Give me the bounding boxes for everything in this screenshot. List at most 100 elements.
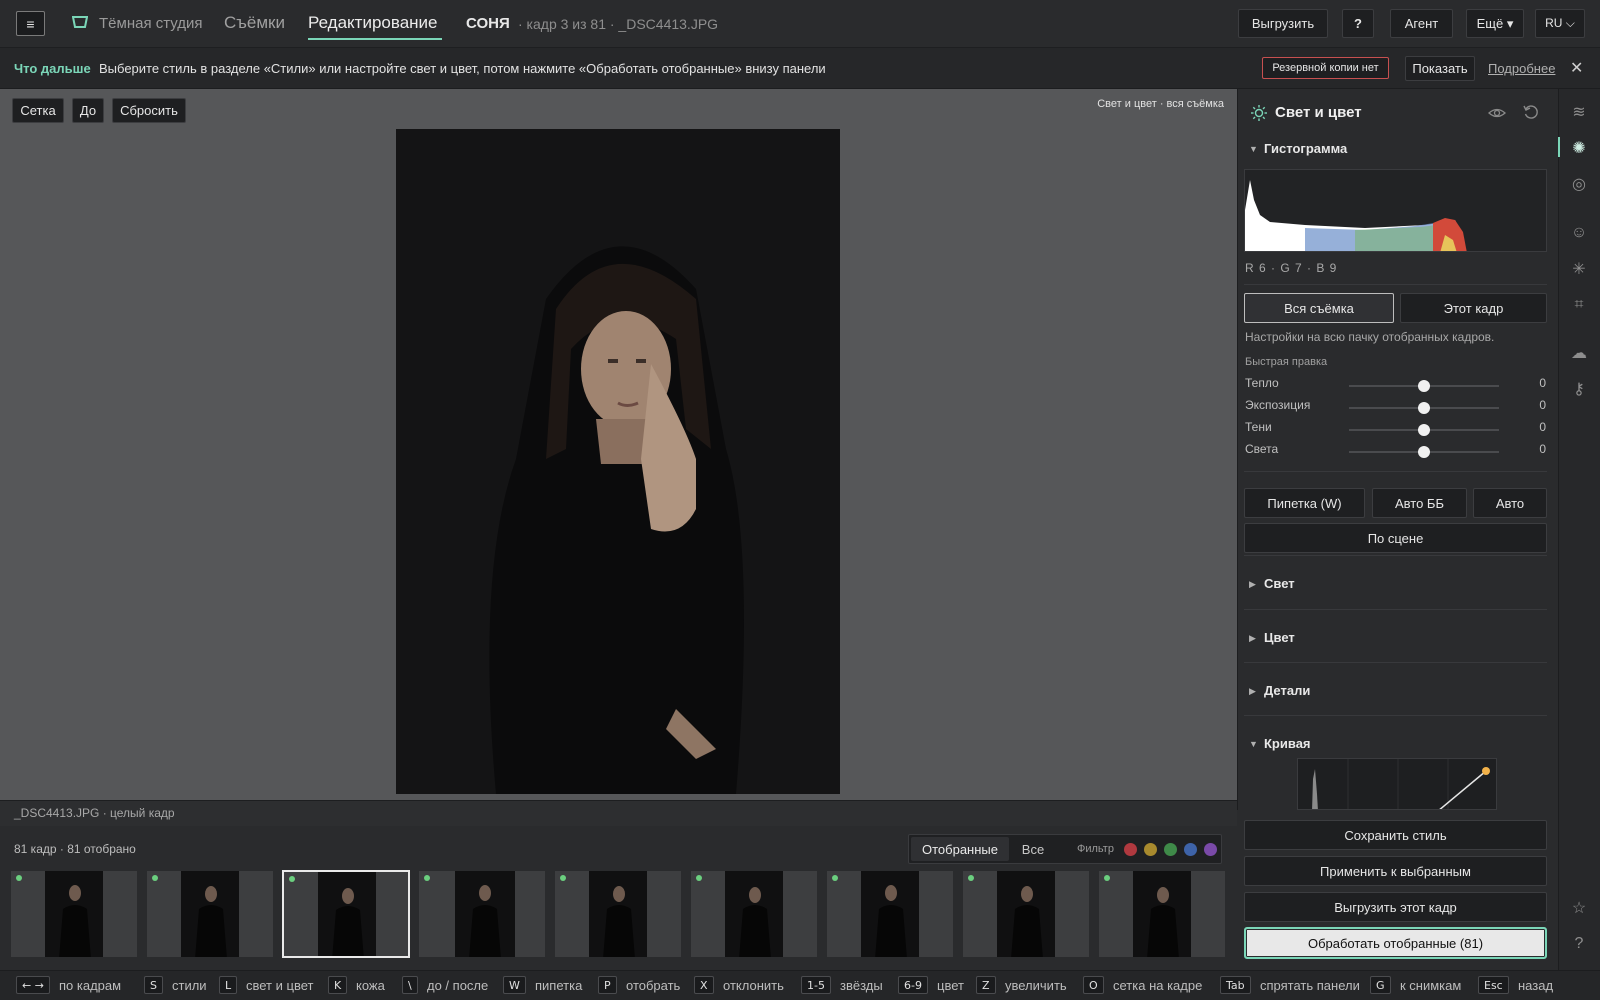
section-2-header[interactable]: Цвет <box>1264 630 1295 645</box>
slider-knob[interactable] <box>1418 402 1430 414</box>
expand-arrow-icon[interactable]: ▶ <box>1249 686 1256 697</box>
crop-icon[interactable]: ⌗ <box>1568 294 1590 316</box>
export-button[interactable]: Выгрузить <box>1238 9 1328 38</box>
slider-knob[interactable] <box>1418 446 1430 458</box>
star-icon[interactable]: ☆ <box>1568 897 1590 919</box>
process-selected-button[interactable]: Обработать отобранные (81) <box>1244 927 1547 959</box>
color-filter-dot[interactable] <box>1204 843 1217 856</box>
shortcut-key: W <box>503 976 526 994</box>
key-icon[interactable]: ⚷ <box>1568 378 1590 400</box>
cloud-icon[interactable]: ☁ <box>1568 342 1590 364</box>
shortcut-key: Tab <box>1220 976 1251 994</box>
slider-knob[interactable] <box>1418 380 1430 392</box>
shortcut-key: 1-5 <box>801 976 831 994</box>
color-filter-dot[interactable] <box>1164 843 1177 856</box>
collapse-arrow-icon[interactable]: ▼ <box>1249 739 1258 749</box>
scope-this-frame-button[interactable]: Этот кадр <box>1400 293 1547 323</box>
sun-icon[interactable]: ✺ <box>1568 137 1590 159</box>
collapse-arrow-icon[interactable]: ▼ <box>1249 144 1258 154</box>
shortcut-desc: свет и цвет <box>246 978 314 993</box>
auto-wb-button[interactable]: Авто ББ <box>1372 488 1467 518</box>
thumb-5[interactable] <box>554 870 682 958</box>
export-this-frame-button[interactable]: Выгрузить этот кадр <box>1244 892 1547 922</box>
before-button[interactable]: До <box>72 98 104 123</box>
show-button[interactable]: Показать <box>1405 56 1475 81</box>
divider <box>1244 609 1547 610</box>
color-filter-dot[interactable] <box>1144 843 1157 856</box>
shortcut-key: X <box>694 976 714 994</box>
histogram-title[interactable]: Гистограмма <box>1264 141 1347 156</box>
save-style-button[interactable]: Сохранить стиль <box>1244 820 1547 850</box>
help-button[interactable]: ? <box>1342 9 1374 38</box>
eye-icon[interactable] <box>1488 104 1506 122</box>
auto-button[interactable]: Авто <box>1473 488 1547 518</box>
details-link[interactable]: Подробнее <box>1488 61 1555 76</box>
section-1-header[interactable]: Свет <box>1264 576 1295 591</box>
color-filter-dot[interactable] <box>1124 843 1137 856</box>
reset-icon[interactable] <box>1522 103 1540 121</box>
shortcut-key: Z <box>976 976 996 994</box>
histogram-readout: R 6 · G 7 · B 9 <box>1245 261 1338 275</box>
sparkle-icon[interactable]: ✳ <box>1568 258 1590 280</box>
color-filter-dot[interactable] <box>1184 843 1197 856</box>
apply-selected-button[interactable]: Применить к выбранным <box>1244 856 1547 886</box>
menu-button[interactable]: ≡ <box>16 11 45 36</box>
expand-arrow-icon[interactable]: ▶ <box>1249 633 1256 644</box>
language-select[interactable]: RU ⌵ <box>1535 9 1585 38</box>
thumb-8[interactable] <box>962 870 1090 958</box>
pipette-button[interactable]: Пипетка (W) <box>1244 488 1365 518</box>
more-button[interactable]: Ещё ▾ <box>1466 9 1524 38</box>
scope-all-shoot-button[interactable]: Вся съёмка <box>1244 293 1394 323</box>
shortcut-desc: кожа <box>356 978 385 993</box>
help-circle-icon[interactable]: ? <box>1568 933 1590 955</box>
shortcut-key: O <box>1083 976 1104 994</box>
studio-logo-icon <box>72 16 88 28</box>
tab-all[interactable]: Все <box>1011 837 1055 861</box>
nav-shoots[interactable]: Съёмки <box>224 13 285 33</box>
histogram <box>1244 169 1547 252</box>
thumbnail-photo <box>861 871 919 957</box>
shortcut-desc: отклонить <box>723 978 784 993</box>
thumb-9[interactable] <box>1098 870 1226 958</box>
slider-knob[interactable] <box>1418 424 1430 436</box>
tone-curve[interactable] <box>1297 758 1497 810</box>
divider <box>1244 284 1547 285</box>
by-scene-button[interactable]: По сцене <box>1244 523 1547 553</box>
thumb-2[interactable] <box>146 870 274 958</box>
thumb-1[interactable] <box>10 870 138 958</box>
section-3-header[interactable]: Детали <box>1264 683 1310 698</box>
shortcut-desc: увеличить <box>1005 978 1067 993</box>
layers-icon[interactable]: ≋ <box>1568 101 1590 123</box>
studio-name[interactable]: Тёмная студия <box>99 15 203 32</box>
sun-icon <box>1251 105 1267 121</box>
grid-button[interactable]: Сетка <box>12 98 64 123</box>
filename-caption: _DSC4413.JPG · целый кадр <box>14 806 175 820</box>
thumb-4[interactable] <box>418 870 546 958</box>
expand-arrow-icon[interactable]: ▶ <box>1249 579 1256 590</box>
frame-count: 81 кадр · 81 отобрано <box>14 842 136 856</box>
thumb-7[interactable] <box>826 870 954 958</box>
shortcut-desc: цвет <box>937 978 964 993</box>
thumb-6[interactable] <box>690 870 818 958</box>
thumb-3[interactable] <box>282 870 410 958</box>
picked-dot <box>152 875 158 881</box>
shortcut-desc: спрятать панели <box>1260 978 1360 993</box>
shortcut-key: \ <box>402 976 418 994</box>
target-icon[interactable]: ◎ <box>1568 173 1590 195</box>
tab-picked[interactable]: Отобранные <box>911 837 1009 861</box>
viewer-caption: Свет и цвет · вся съёмка <box>1097 98 1224 110</box>
panel-title: Свет и цвет <box>1275 104 1362 121</box>
nav-edit[interactable]: Редактирование <box>308 13 438 33</box>
divider <box>1244 715 1547 716</box>
section-4-header[interactable]: Кривая <box>1264 736 1311 751</box>
shortcut-key: 6-9 <box>898 976 928 994</box>
shortcut-key: Esc <box>1478 976 1509 994</box>
slider-value: 0 <box>1539 420 1546 434</box>
thumbnail-photo <box>318 872 376 956</box>
hamburger-icon: ≡ <box>26 15 35 32</box>
face-icon[interactable]: ☺ <box>1568 222 1590 244</box>
reset-button[interactable]: Сбросить <box>112 98 186 123</box>
agent-button[interactable]: Агент <box>1390 9 1453 38</box>
close-icon[interactable]: ✕ <box>1570 58 1583 78</box>
shortcut-desc: стили <box>172 978 207 993</box>
